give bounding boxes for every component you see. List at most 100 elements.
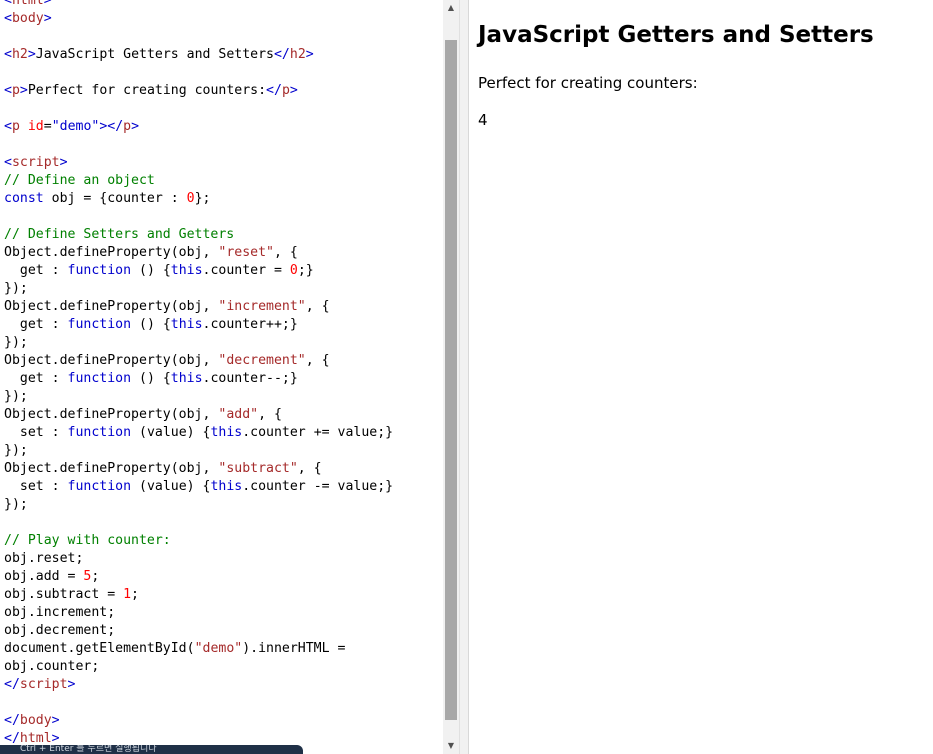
code-token: >: [59, 155, 68, 170]
code-line[interactable]: Object.defineProperty(obj, "reset", {: [4, 244, 393, 262]
code-token: });: [4, 389, 28, 404]
code-token: function: [67, 479, 132, 494]
code-line[interactable]: <p>Perfect for creating counters:</p>: [4, 82, 393, 100]
code-token: >: [43, 0, 52, 8]
code-token: "demo": [194, 641, 243, 656]
code-editor[interactable]: <html> <body> <h2>JavaScript Getters and …: [0, 0, 443, 754]
code-line[interactable]: [4, 100, 393, 118]
code-token: Object.defineProperty(obj,: [4, 407, 219, 422]
code-line[interactable]: get : function () {this.counter++;}: [4, 316, 393, 334]
pane-resize-handle[interactable]: [459, 0, 469, 754]
code-line[interactable]: Object.defineProperty(obj, "decrement", …: [4, 352, 393, 370]
code-line[interactable]: set : function (value) {this.counter += …: [4, 424, 393, 442]
code-token: h2: [11, 47, 28, 62]
code-line[interactable]: // Play with counter:: [4, 532, 393, 550]
code-token: get :: [4, 317, 68, 332]
code-line[interactable]: document.getElementById("demo").innerHTM…: [4, 640, 393, 658]
run-hint-toast: Ctrl + Enter 를 누르면 실행됩니다: [0, 745, 303, 754]
code-token: obj.reset;: [4, 551, 84, 566]
code-token: >: [289, 83, 298, 98]
code-token: Object.defineProperty(obj,: [4, 299, 219, 314]
code-token: ;: [91, 569, 100, 584]
code-line[interactable]: set : function (value) {this.counter -= …: [4, 478, 393, 496]
code-line[interactable]: <html>: [4, 0, 393, 10]
code-line[interactable]: </body>: [4, 712, 393, 730]
code-line[interactable]: <script>: [4, 154, 393, 172]
code-line[interactable]: obj.increment;: [4, 604, 393, 622]
code-token: this: [170, 317, 203, 332]
code-line[interactable]: Object.defineProperty(obj, "subtract", {: [4, 460, 393, 478]
code-token: >: [27, 47, 36, 62]
code-token: function: [67, 263, 132, 278]
code-token: set :: [4, 425, 68, 440]
code-token: // Play with counter:: [4, 533, 171, 548]
code-line[interactable]: Object.defineProperty(obj, "add", {: [4, 406, 393, 424]
scrollbar-thumb[interactable]: [445, 40, 457, 720]
code-line[interactable]: get : function () {this.counter--;}: [4, 370, 393, 388]
code-line[interactable]: <p id="demo"></p>: [4, 118, 393, 136]
code-line[interactable]: obj.counter;: [4, 658, 393, 676]
code-line[interactable]: });: [4, 280, 393, 298]
code-token: , {: [305, 299, 330, 314]
scroll-up-arrow-icon[interactable]: ▲: [443, 0, 459, 16]
code-token: .counter =: [202, 263, 290, 278]
code-line[interactable]: });: [4, 442, 393, 460]
code-token: "subtract": [218, 461, 298, 476]
code-line[interactable]: [4, 136, 393, 154]
code-line[interactable]: [4, 208, 393, 226]
result-pane: JavaScript Getters and Setters Perfect f…: [469, 0, 933, 754]
code-line[interactable]: [4, 514, 393, 532]
code-line[interactable]: // Define an object: [4, 172, 393, 190]
code-line[interactable]: </script>: [4, 676, 393, 694]
code-token: <: [4, 155, 12, 170]
code-token: p: [281, 83, 290, 98]
code-token: this: [210, 479, 243, 494]
code-token: this: [170, 371, 203, 386]
code-line[interactable]: [4, 64, 393, 82]
code-token: });: [4, 443, 28, 458]
code-token: 0: [186, 191, 195, 206]
code-line[interactable]: obj.add = 5;: [4, 568, 393, 586]
code-token: , {: [305, 353, 330, 368]
code-token: });: [4, 335, 28, 350]
code-line[interactable]: [4, 694, 393, 712]
code-token: obj = {counter :: [43, 191, 187, 206]
code-token: set :: [4, 479, 68, 494]
code-token: </: [273, 47, 290, 62]
code-token: Object.defineProperty(obj,: [4, 461, 219, 476]
code-token: this: [170, 263, 203, 278]
code-scrollbar[interactable]: ▲ ▼: [443, 0, 459, 754]
code-line[interactable]: get : function () {this.counter = 0;}: [4, 262, 393, 280]
code-line[interactable]: <body>: [4, 10, 393, 28]
code-token: function: [67, 317, 132, 332]
code-token: p: [11, 83, 20, 98]
code-line[interactable]: <h2>JavaScript Getters and Setters</h2>: [4, 46, 393, 64]
code-token: <: [4, 119, 12, 134]
code-line[interactable]: });: [4, 388, 393, 406]
code-token: obj.increment;: [4, 605, 116, 620]
code-line[interactable]: obj.decrement;: [4, 622, 393, 640]
code-token: };: [194, 191, 211, 206]
scroll-down-arrow-icon[interactable]: ▼: [443, 738, 459, 754]
code-line[interactable]: [4, 28, 393, 46]
code-token: () {: [131, 317, 171, 332]
code-lines[interactable]: <html> <body> <h2>JavaScript Getters and …: [4, 0, 393, 748]
code-token: // Define Setters and Getters: [4, 227, 235, 242]
code-token: >: [305, 47, 314, 62]
code-token: ;}: [297, 263, 314, 278]
code-token: Object.defineProperty(obj,: [4, 245, 219, 260]
code-token: <: [4, 83, 12, 98]
code-line[interactable]: obj.subtract = 1;: [4, 586, 393, 604]
code-line[interactable]: obj.reset;: [4, 550, 393, 568]
code-token: function: [67, 425, 132, 440]
code-line[interactable]: Object.defineProperty(obj, "increment", …: [4, 298, 393, 316]
code-line[interactable]: const obj = {counter : 0};: [4, 190, 393, 208]
code-token: , {: [258, 407, 282, 422]
code-token: function: [67, 371, 132, 386]
code-token: </: [4, 731, 20, 746]
code-line[interactable]: // Define Setters and Getters: [4, 226, 393, 244]
code-token: .counter -= value;}: [242, 479, 394, 494]
code-line[interactable]: });: [4, 334, 393, 352]
code-token: ;: [131, 587, 139, 602]
code-line[interactable]: });: [4, 496, 393, 514]
